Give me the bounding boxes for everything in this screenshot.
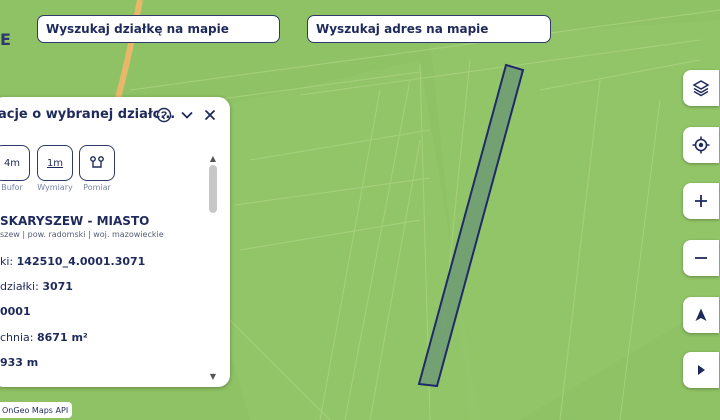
measure-tool-label: Pomiar: [83, 183, 111, 192]
parcel-number-label: działki:: [0, 280, 39, 293]
panel-title: acje o wybranej działc...: [0, 107, 176, 122]
measure-icon: [90, 156, 104, 168]
dimensions-tool-label: Wymiary: [37, 183, 73, 192]
zoom-in-icon: [695, 195, 707, 207]
buffer-tool-label: Bufor: [1, 183, 23, 192]
zoom-in-button[interactable]: [683, 183, 719, 219]
expand-right-icon: [698, 365, 705, 375]
close-icon[interactable]: [201, 106, 219, 124]
app-logo: E: [0, 30, 11, 49]
parcel-number-value: 3071: [42, 280, 73, 293]
map-attribution[interactable]: OnGeo Maps API: [0, 402, 73, 418]
measure-tool-button[interactable]: [79, 145, 115, 181]
chevron-down-icon[interactable]: [178, 106, 196, 124]
layers-icon: [692, 80, 710, 97]
parcel-id-row: ki: 142510_4.0001.3071: [0, 255, 145, 268]
dimensions-tool-icon-text: 1m: [46, 157, 64, 169]
area-row: chnia: 8671 m²: [0, 331, 88, 344]
scroll-up-icon[interactable]: ▲: [208, 155, 218, 163]
precinct-value: 0001: [0, 305, 31, 318]
zoom-out-icon: [695, 257, 707, 259]
attribution-text: OnGeo Maps API: [2, 405, 69, 415]
buffer-tool-icon-text: 4m: [3, 157, 21, 169]
precinct-row: 0001: [0, 305, 31, 318]
north-button[interactable]: [683, 297, 719, 333]
buffer-tool-button[interactable]: 4m: [0, 145, 30, 181]
municipality-name: SKARYSZEW - MIASTO: [0, 214, 150, 228]
parcel-number-row: działki: 3071: [0, 280, 73, 293]
scroll-thumb[interactable]: [209, 165, 217, 213]
address-search-button[interactable]: Wyszukaj adres na mapie: [307, 15, 551, 43]
dimensions-tool-button[interactable]: 1m: [37, 145, 73, 181]
layers-button[interactable]: [683, 70, 719, 106]
length-row: 933 m: [0, 356, 38, 369]
area-label: chnia:: [0, 331, 34, 344]
parcel-id-label: ki:: [0, 255, 14, 268]
area-value: 8671 m²: [37, 331, 88, 344]
help-icon[interactable]: [155, 106, 173, 124]
panel-scrollbar[interactable]: ▲ ▼: [208, 155, 218, 381]
locate-icon: [692, 136, 710, 154]
length-value: 933 m: [0, 356, 39, 369]
parcel-search-button[interactable]: Wyszukaj działkę na mapie: [37, 15, 280, 43]
scroll-down-icon[interactable]: ▼: [208, 373, 218, 381]
parcel-id-value: 142510_4.0001.3071: [16, 255, 146, 268]
zoom-out-button[interactable]: [683, 240, 719, 276]
parcel-info-panel: acje o wybranej działc... 4m Bufor 1m Wy…: [0, 97, 230, 387]
north-arrow-icon: [695, 308, 707, 321]
expand-button[interactable]: [683, 352, 719, 388]
location-path: szew | pow. radomski | woj. mazowieckie: [0, 230, 164, 239]
locate-button[interactable]: [683, 127, 719, 163]
